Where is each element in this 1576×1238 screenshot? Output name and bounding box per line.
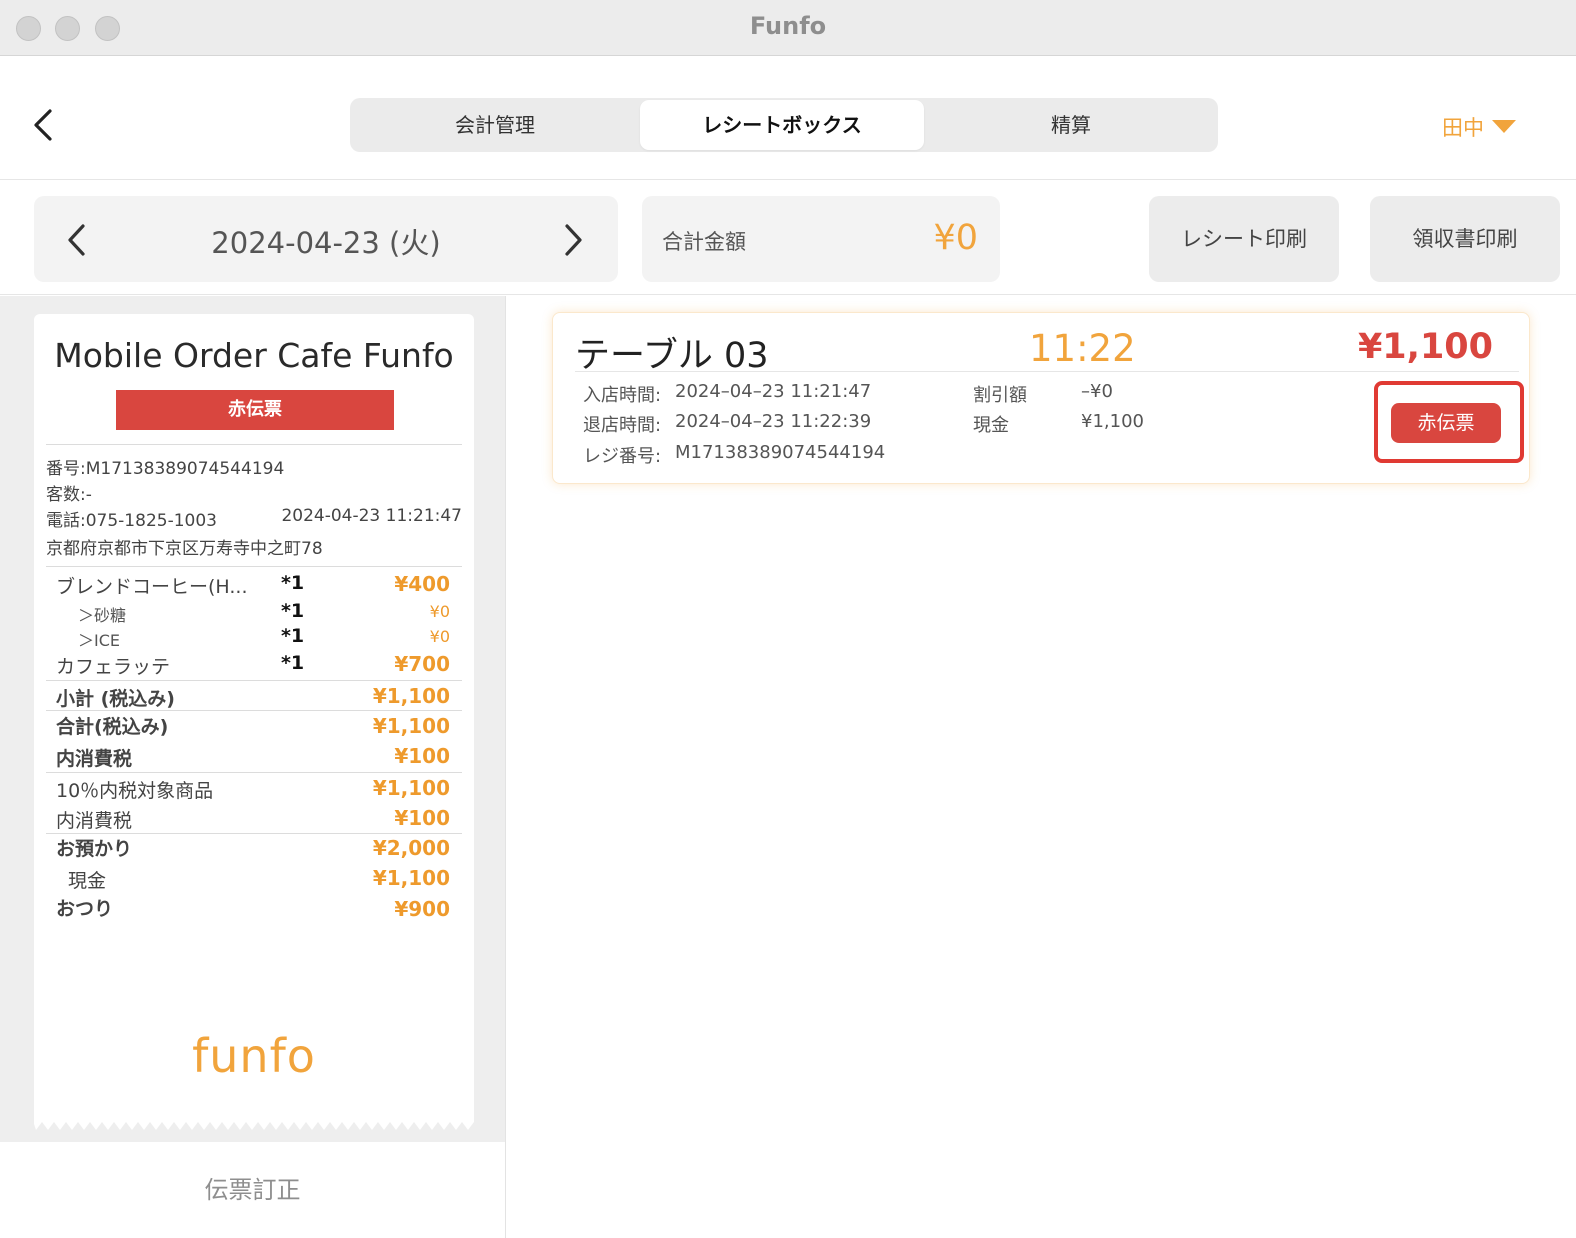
receipt-taxable: ¥1,100 <box>372 776 450 800</box>
entry-time-label: 入店時間: <box>583 385 662 406</box>
receipt-divider <box>46 680 462 681</box>
user-name: 田中 <box>1442 116 1484 140</box>
tab-settlement[interactable]: 精算 <box>926 100 1216 150</box>
total-amount-box: 合計金額 ¥0 <box>642 196 1000 282</box>
receipt-torn-edge <box>34 1120 474 1130</box>
total-amount-value: ¥0 <box>933 218 978 258</box>
receipt-divider <box>46 710 462 711</box>
receipt-item-qty: *1 <box>281 600 305 622</box>
receipt-taxable-label: 10％内税対象商品 <box>56 780 214 802</box>
window-titlebar: Funfo <box>0 0 1576 56</box>
receipt-guests: 客数:- <box>46 485 92 505</box>
receipt-change-label: おつり <box>56 898 114 920</box>
segmented-control: 会計管理 レシートボックス 精算 <box>350 98 1218 152</box>
chevron-left-icon <box>68 224 85 256</box>
receipt-deposit-label: お預かり <box>56 838 133 860</box>
receipt-divider <box>46 772 462 773</box>
cash-value: ¥1,100 <box>1081 411 1144 432</box>
receipt-item-qty: *1 <box>281 652 305 674</box>
receipt-cash: ¥1,100 <box>372 866 450 890</box>
window-title: Funfo <box>749 12 827 40</box>
receipt-datetime: 2024-04-23 11:21:47 <box>281 506 462 526</box>
receipt-print-button[interactable]: レシート印刷 <box>1149 196 1339 282</box>
receipt-cash-label: 現金 <box>68 870 107 892</box>
receipt-red-slip-badge: 赤伝票 <box>116 390 394 430</box>
chevron-right-icon <box>565 224 582 256</box>
discount-value: –¥0 <box>1081 381 1113 402</box>
receipt-number: 番号:M17138389074544194 <box>46 459 285 479</box>
receipt-deposit: ¥2,000 <box>372 836 450 860</box>
current-date: 2024-04-23 (火) <box>211 226 441 260</box>
receipt-tax-label: 内消費税 <box>56 748 133 770</box>
slip-correction-button[interactable]: 伝票訂正 <box>0 1142 506 1238</box>
receipt-subtotal: ¥1,100 <box>372 684 450 708</box>
receipt-item-price: ¥400 <box>394 572 450 596</box>
prev-date-button[interactable] <box>60 220 96 260</box>
register-number-label: レジ番号: <box>583 446 662 467</box>
order-card-divider <box>575 371 1519 372</box>
receipt-item-qty: *1 <box>281 572 305 594</box>
order-card[interactable]: テーブル 03 11:22 ¥1,100 入店時間: 2024–04–23 11… <box>552 312 1530 484</box>
receipt-change: ¥900 <box>394 897 450 921</box>
register-number-value: M17138389074544194 <box>675 442 886 463</box>
receipt-subtotal-label: 小計 (税込み) <box>56 688 175 710</box>
invoice-print-button[interactable]: 領収書印刷 <box>1370 196 1560 282</box>
app-header: 会計管理 レシートボックス 精算 田中 <box>0 57 1576 180</box>
receipt-item-option: ＞ICE <box>78 631 121 650</box>
tab-accounting[interactable]: 会計管理 <box>352 100 638 150</box>
receipt-item-name: カフェラッテ <box>56 656 171 678</box>
date-selector: 2024-04-23 (火) <box>34 196 618 282</box>
receipt-total: ¥1,100 <box>372 714 450 738</box>
receipt-item-option: ＞砂糖 <box>78 606 127 625</box>
receipt-preview: Mobile Order Cafe Funfo 赤伝票 番号:M17138389… <box>34 314 474 1130</box>
user-menu[interactable]: 田中 <box>1442 112 1516 142</box>
total-amount-label: 合計金額 <box>662 230 746 254</box>
receipt-shop-name: Mobile Order Cafe Funfo <box>54 336 454 375</box>
receipt-divider <box>46 566 462 567</box>
receipt-item-qty: *1 <box>281 625 305 647</box>
receipt-panel: Mobile Order Cafe Funfo 赤伝票 番号:M17138389… <box>0 296 506 1142</box>
exit-time-value: 2024–04–23 11:22:39 <box>675 411 872 432</box>
receipt-item-price: ¥0 <box>429 627 450 646</box>
red-slip-button[interactable]: 赤伝票 <box>1391 403 1501 443</box>
receipt-tax: ¥100 <box>394 744 450 768</box>
exit-time-label: 退店時間: <box>583 415 662 436</box>
receipt-tax2-label: 内消費税 <box>56 810 133 832</box>
receipt-item-price: ¥0 <box>429 602 450 621</box>
funfo-logo: funfo <box>192 1029 316 1083</box>
entry-time-value: 2024–04–23 11:21:47 <box>675 381 872 402</box>
tab-receipt-box[interactable]: レシートボックス <box>640 100 924 150</box>
receipt-item-price: ¥700 <box>394 652 450 676</box>
cash-label: 現金 <box>973 415 1009 436</box>
receipt-divider <box>46 444 462 445</box>
chevron-left-icon <box>34 109 52 141</box>
toolbar: 2024-04-23 (火) 合計金額 ¥0 レシート印刷 領収書印刷 <box>0 181 1576 295</box>
order-amount: ¥1,100 <box>1357 327 1493 367</box>
receipt-item-name: ブレンドコーヒー(H... <box>56 576 248 598</box>
receipt-address: 京都府京都市下京区万寿寺中之町78 <box>46 539 323 559</box>
discount-label: 割引額 <box>973 385 1027 406</box>
back-button[interactable] <box>28 105 64 145</box>
caret-down-icon <box>1492 120 1516 133</box>
receipt-tax2: ¥100 <box>394 806 450 830</box>
receipt-phone: 電話:075-1825-1003 <box>46 511 217 531</box>
order-time: 11:22 <box>1029 327 1136 370</box>
receipt-total-label: 合計(税込み) <box>56 716 169 738</box>
next-date-button[interactable] <box>554 220 590 260</box>
